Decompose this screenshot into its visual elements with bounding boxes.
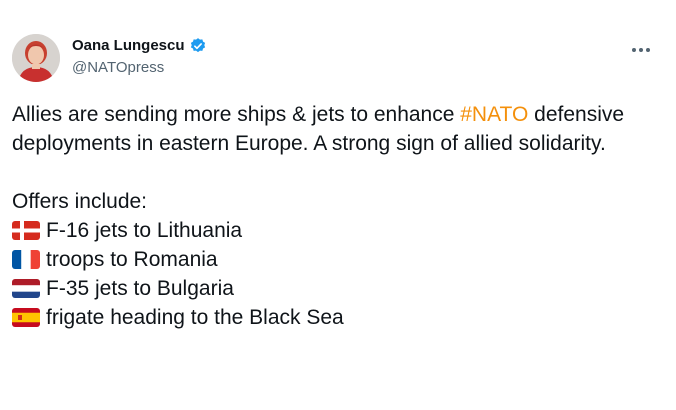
offer-item: troops to Romania	[12, 245, 652, 274]
verified-badge-icon	[189, 37, 207, 55]
offer-text: frigate heading to the Black Sea	[46, 306, 344, 329]
tweet-card: Oana Lungescu @NATOpress Allies are send…	[0, 0, 676, 410]
author-handle[interactable]: @NATOpress	[72, 58, 207, 78]
avatar[interactable]	[12, 34, 60, 82]
denmark-flag-icon	[12, 221, 40, 240]
offers-heading: Offers include:	[12, 190, 148, 213]
offer-text: F-35 jets to Bulgaria	[46, 277, 234, 300]
author-name[interactable]: Oana Lungescu	[72, 36, 185, 56]
hashtag-link[interactable]: #NATO	[460, 103, 528, 126]
tweet-text: Allies are sending more ships & jets to …	[12, 100, 652, 332]
france-flag-icon	[12, 250, 40, 269]
spain-flag-icon	[12, 308, 40, 327]
tweet-text-before-hashtag: Allies are sending more ships & jets to …	[12, 103, 461, 126]
netherlands-flag-icon	[12, 279, 40, 298]
offer-item: F-35 jets to Bulgaria	[12, 274, 652, 303]
offer-item: F-16 jets to Lithuania	[12, 216, 652, 245]
offer-text: troops to Romania	[46, 248, 218, 271]
offer-text: F-16 jets to Lithuania	[46, 219, 243, 242]
more-options-icon[interactable]	[626, 40, 656, 60]
profile-photo-icon	[12, 34, 60, 82]
offer-item: frigate heading to the Black Sea	[12, 303, 652, 332]
tweet-header: Oana Lungescu @NATOpress	[12, 34, 662, 86]
tweet-main-paragraph: Allies are sending more ships & jets to …	[12, 100, 652, 158]
author-block: Oana Lungescu @NATOpress	[72, 36, 207, 78]
